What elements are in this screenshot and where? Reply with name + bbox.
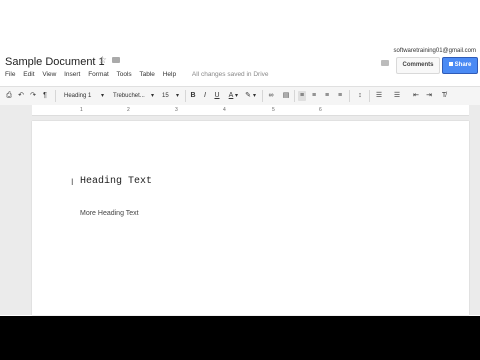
account-email[interactable]: softwaretraining01@gmail.com bbox=[394, 48, 476, 54]
increase-indent-icon[interactable]: ⇥ bbox=[425, 91, 433, 101]
ruler-mark: 3 bbox=[175, 107, 178, 113]
print-icon[interactable]: ⎙ bbox=[5, 91, 13, 101]
menu-insert[interactable]: Insert bbox=[64, 71, 80, 78]
highlight-icon[interactable]: ✎ bbox=[244, 91, 252, 101]
bulleted-list-icon[interactable]: ☰ bbox=[393, 91, 401, 101]
comment-icon[interactable]: ▤ bbox=[282, 91, 290, 101]
menu-edit[interactable]: Edit bbox=[23, 71, 34, 78]
document-heading[interactable]: Heading Text bbox=[80, 176, 152, 187]
bold-button[interactable]: B bbox=[189, 91, 197, 101]
align-left-icon[interactable]: ≡ bbox=[298, 91, 306, 101]
save-status[interactable]: All changes saved in Drive bbox=[192, 71, 269, 78]
undo-icon[interactable]: ↶ bbox=[17, 91, 25, 101]
menu-help[interactable]: Help bbox=[163, 71, 176, 78]
menu-view[interactable]: View bbox=[42, 71, 56, 78]
paint-format-icon[interactable]: ¶ bbox=[41, 91, 49, 101]
ruler[interactable]: 1 2 3 4 5 6 bbox=[32, 105, 469, 116]
toolbar-divider bbox=[55, 90, 56, 102]
link-icon[interactable]: ∞ bbox=[267, 91, 275, 101]
style-select[interactable]: Heading 1 bbox=[64, 91, 91, 101]
menu-file[interactable]: File bbox=[5, 71, 15, 78]
chevron-down-icon[interactable]: ▾ bbox=[176, 91, 179, 101]
comments-button[interactable]: Comments bbox=[396, 57, 440, 74]
chevron-down-icon[interactable]: ▾ bbox=[151, 91, 154, 101]
underline-button[interactable]: U bbox=[213, 91, 221, 101]
docs-header: Sample Document 1 ☆ softwaretraining01@g… bbox=[0, 0, 480, 85]
toolbar-divider bbox=[185, 90, 186, 102]
align-right-icon[interactable]: ≡ bbox=[323, 91, 331, 101]
menu-table[interactable]: Table bbox=[139, 71, 155, 78]
chevron-down-icon[interactable]: ▾ bbox=[235, 91, 238, 101]
ruler-mark: 6 bbox=[319, 107, 322, 113]
redo-icon[interactable]: ↷ bbox=[29, 91, 37, 101]
ruler-mark: 2 bbox=[127, 107, 130, 113]
text-color-button[interactable]: A bbox=[227, 91, 235, 101]
ruler-mark: 5 bbox=[272, 107, 275, 113]
font-size-select[interactable]: 15 bbox=[162, 91, 169, 101]
share-button[interactable]: Share bbox=[442, 57, 478, 74]
share-label: Share bbox=[454, 62, 472, 68]
toolbar-divider bbox=[294, 90, 295, 102]
document-subheading[interactable]: More Heading Text bbox=[80, 210, 139, 217]
star-icon[interactable]: ☆ bbox=[98, 55, 107, 66]
toolbar-divider bbox=[369, 90, 370, 102]
line-spacing-icon[interactable]: ↕ bbox=[356, 91, 364, 101]
lock-icon bbox=[448, 62, 453, 67]
ruler-mark: 1 bbox=[80, 107, 83, 113]
chat-icon[interactable] bbox=[381, 60, 389, 66]
chevron-down-icon[interactable]: ▾ bbox=[253, 91, 256, 101]
folder-icon[interactable] bbox=[112, 57, 120, 63]
menu-bar: File Edit View Insert Format Tools Table… bbox=[5, 71, 275, 78]
menu-format[interactable]: Format bbox=[88, 71, 109, 78]
document-page[interactable] bbox=[32, 121, 469, 315]
ruler-mark: 4 bbox=[223, 107, 226, 113]
align-center-icon[interactable]: ≡ bbox=[310, 91, 318, 101]
text-cursor-icon: I bbox=[71, 177, 74, 187]
numbered-list-icon[interactable]: ☰ bbox=[375, 91, 383, 101]
decrease-indent-icon[interactable]: ⇤ bbox=[412, 91, 420, 101]
menu-tools[interactable]: Tools bbox=[116, 71, 131, 78]
chevron-down-icon[interactable]: ▾ bbox=[101, 91, 104, 101]
justify-icon[interactable]: ≡ bbox=[336, 91, 344, 101]
font-select[interactable]: Trebuchet... bbox=[113, 91, 145, 101]
clear-formatting-icon[interactable]: T̸ bbox=[440, 91, 448, 101]
formatting-toolbar: ⎙ ↶ ↷ ¶ Heading 1 ▾ Trebuchet... ▾ 15 ▾ … bbox=[0, 86, 480, 106]
toolbar-divider bbox=[349, 90, 350, 102]
letterbox-bar bbox=[0, 316, 480, 360]
toolbar-divider bbox=[262, 90, 263, 102]
italic-button[interactable]: I bbox=[201, 91, 209, 101]
document-title[interactable]: Sample Document 1 bbox=[5, 56, 105, 68]
